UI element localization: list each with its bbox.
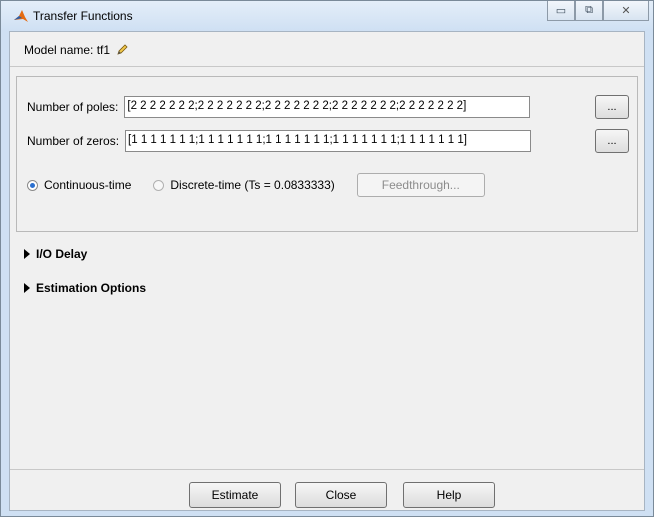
pencil-icon[interactable]: [116, 44, 128, 56]
poles-label: Number of poles:: [27, 100, 119, 114]
continuous-time-radio[interactable]: [27, 179, 38, 191]
expand-arrow-icon: [24, 283, 30, 293]
io-delay-section[interactable]: I/O Delay: [24, 247, 87, 261]
feedthrough-button: Feedthrough...: [356, 173, 485, 197]
discrete-time-radio[interactable]: [153, 179, 165, 191]
discrete-time-label[interactable]: Discrete-time (Ts = 0.0833333): [170, 178, 334, 192]
poles-browse-button[interactable]: ...: [595, 95, 629, 119]
model-name-row: Model name: tf1: [24, 43, 128, 57]
window-title: Transfer Functions: [33, 9, 133, 23]
zeros-input[interactable]: [1 1 1 1 1 1 1;1 1 1 1 1 1 1;1 1 1 1 1 1…: [125, 130, 532, 152]
poles-input[interactable]: [2 2 2 2 2 2 2;2 2 2 2 2 2 2;2 2 2 2 2 2…: [124, 96, 531, 118]
close-window-button[interactable]: ✕: [603, 1, 649, 21]
matlab-icon: [14, 10, 28, 22]
estimation-options-section[interactable]: Estimation Options: [24, 281, 146, 295]
estimation-options-label: Estimation Options: [36, 281, 147, 295]
structure-panel: Number of poles: [2 2 2 2 2 2 2;2 2 2 2 …: [16, 76, 638, 232]
help-button[interactable]: Help: [403, 482, 495, 508]
divider: [10, 66, 644, 67]
poles-row: Number of poles: [2 2 2 2 2 2 2;2 2 2 2 …: [27, 95, 531, 119]
estimate-button[interactable]: Estimate: [189, 482, 281, 508]
continuous-time-label[interactable]: Continuous-time: [44, 178, 131, 192]
model-name-label: Model name: tf1: [24, 43, 111, 57]
dialog-body: Model name: tf1 Number of poles: [2 2 2 …: [9, 31, 645, 511]
minimize-button[interactable]: ▭: [547, 1, 575, 21]
zeros-label: Number of zeros:: [27, 134, 120, 148]
zeros-row: Number of zeros: [1 1 1 1 1 1 1;1 1 1 1 …: [27, 129, 532, 153]
title-bar[interactable]: Transfer Functions ▭ ⧉ ✕: [1, 1, 653, 31]
minimize-icon: ▭: [555, 5, 567, 17]
transfer-functions-window: Transfer Functions ▭ ⧉ ✕ Model name: tf1…: [0, 0, 654, 517]
expand-arrow-icon: [24, 249, 30, 259]
maximize-icon: ⧉: [585, 4, 593, 16]
close-icon: ✕: [621, 5, 631, 17]
io-delay-label: I/O Delay: [36, 247, 88, 261]
divider: [10, 469, 644, 470]
close-button[interactable]: Close: [295, 482, 387, 508]
maximize-button[interactable]: ⧉: [575, 1, 603, 21]
time-domain-options: Continuous-time Discrete-time (Ts = 0.08…: [27, 173, 485, 197]
radio-selected-icon: [30, 182, 35, 188]
zeros-browse-button[interactable]: ...: [595, 129, 629, 153]
